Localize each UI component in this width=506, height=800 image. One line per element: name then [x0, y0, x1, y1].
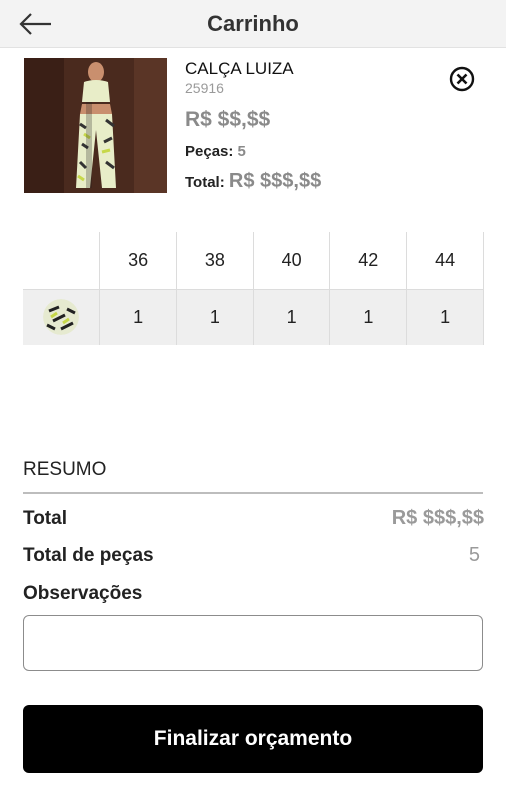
quantity-cell[interactable]: 1	[406, 289, 484, 345]
summary-total-value: R$ $$$,$$	[391, 507, 484, 529]
pieces-value: 5	[237, 143, 246, 160]
pieces-label: Peças:	[185, 143, 234, 160]
summary-pieces-label: Total de peças	[23, 545, 154, 566]
summary-total-label: Total	[23, 508, 67, 529]
size-cell: 38	[176, 232, 254, 290]
quantity-cell[interactable]: 1	[176, 289, 254, 345]
size-cell: 36	[99, 232, 177, 290]
summary-heading: RESUMO	[23, 459, 107, 480]
color-swatch-cell	[23, 289, 101, 345]
product-total: Total: R$ $$$,$$	[185, 170, 321, 193]
finish-quote-button[interactable]: Finalizar orçamento	[23, 705, 483, 773]
product-sku: 25916	[185, 80, 224, 96]
product-image	[24, 58, 167, 193]
summary-pieces-value: 5	[468, 544, 480, 566]
quantity-row: 1 1 1 1 1	[23, 289, 484, 345]
quantity-cell[interactable]: 1	[329, 289, 408, 345]
close-circle-icon	[449, 66, 475, 92]
product-total-label: Total:	[185, 174, 225, 191]
product-price: R$ $$,$$	[185, 108, 271, 131]
size-cell: 44	[406, 232, 484, 290]
quantity-cell[interactable]: 1	[99, 289, 177, 345]
product-total-value: R$ $$$,$$	[228, 170, 322, 192]
product-pieces: Peças: 5	[185, 143, 246, 160]
color-swatch	[43, 299, 80, 336]
size-header-row: 36 38 40 42 44	[23, 232, 484, 290]
size-cell: 40	[253, 232, 331, 290]
top-bar: Carrinho	[0, 0, 506, 48]
summary-divider	[23, 492, 483, 494]
notes-label: Observações	[23, 583, 143, 604]
remove-item-button[interactable]	[449, 66, 475, 92]
size-quantity-grid: 36 38 40 42 44 1 1 1 1 1	[23, 232, 484, 345]
size-cell: 42	[329, 232, 408, 290]
product-name: CALÇA LUIZA	[185, 59, 294, 78]
page-title: Carrinho	[207, 11, 299, 36]
notes-field[interactable]	[23, 615, 483, 671]
quantity-cell[interactable]: 1	[253, 289, 331, 345]
empty-corner-cell	[23, 232, 101, 290]
